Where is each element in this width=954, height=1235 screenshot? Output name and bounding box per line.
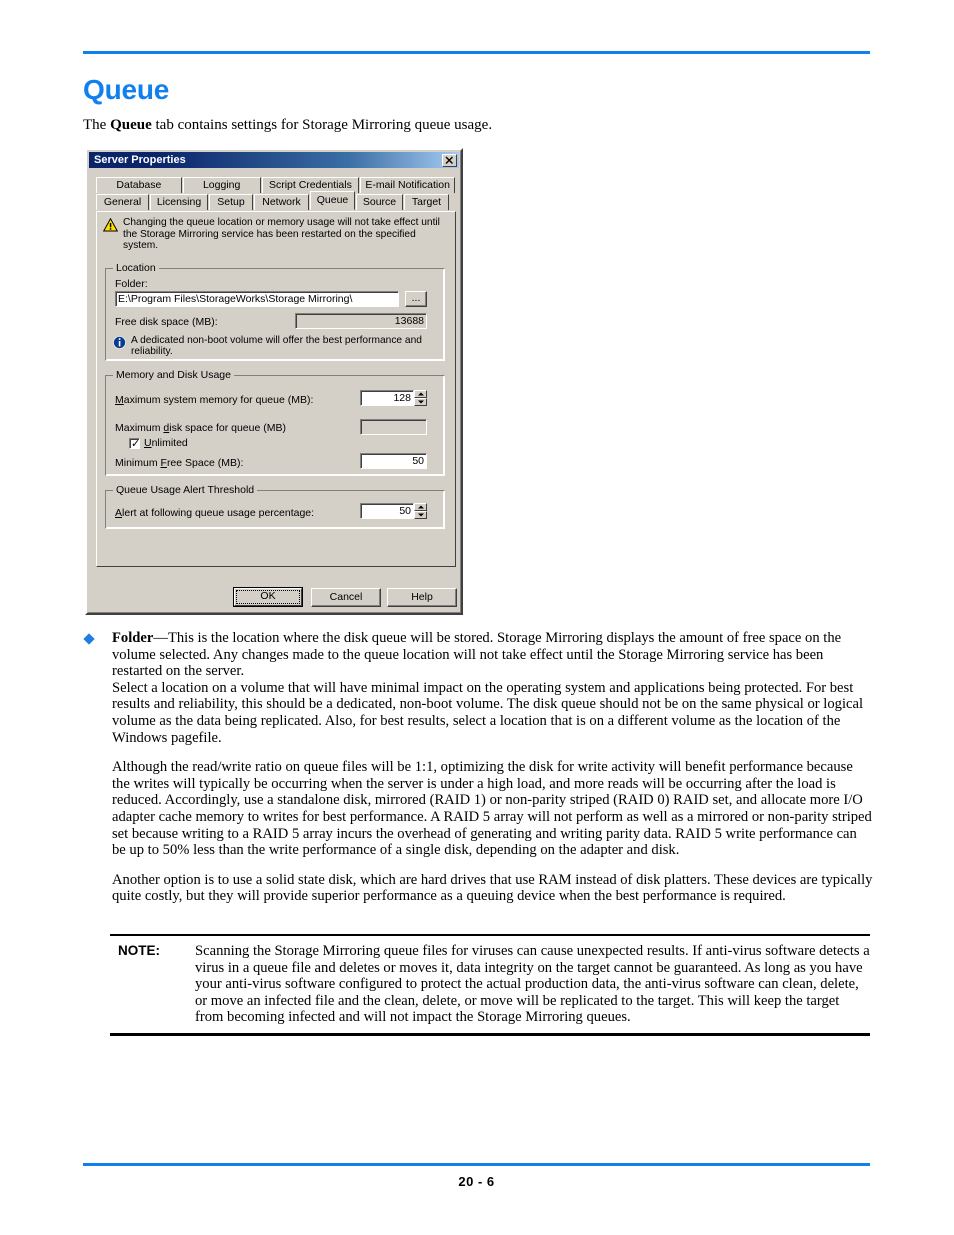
dialog-title-text: Server Properties: [94, 154, 186, 166]
help-button-label: Help: [411, 591, 433, 603]
intro-paragraph: The Queue tab contains settings for Stor…: [83, 116, 873, 135]
tab-general[interactable]: General: [96, 194, 149, 210]
document-page: Queue The Queue tab contains settings fo…: [0, 0, 954, 1235]
memory-group-title: Memory and Disk Usage: [113, 370, 234, 381]
server-properties-dialog: Server Properties Database Logging Scrip…: [85, 148, 463, 615]
tab-row-1: Database Logging Script Credentials E-ma…: [96, 176, 456, 193]
cancel-button-label: Cancel: [329, 591, 363, 603]
memory-disk-usage-group: Memory and Disk Usage Maximum system mem…: [105, 370, 445, 476]
note-content: NOTE: Scanning the Storage Mirroring que…: [110, 936, 870, 1033]
queue-alert-threshold-group: Queue Usage Alert Threshold Alert at fol…: [105, 485, 445, 529]
note-label: NOTE:: [118, 943, 160, 958]
stepper-up-icon[interactable]: [414, 390, 427, 398]
close-x-glyph: [445, 156, 453, 164]
checkmark-icon: ✓: [131, 436, 141, 450]
tab-target[interactable]: Target: [404, 194, 449, 210]
warning-text: Changing the queue location or memory us…: [123, 217, 440, 252]
max-system-memory-input[interactable]: 128: [360, 390, 414, 406]
tab-logging[interactable]: Logging: [182, 177, 261, 193]
tab-panel-queue: Changing the queue location or memory us…: [96, 211, 456, 567]
alert-percentage-label: Alert at following queue usage percentag…: [115, 507, 315, 519]
paragraph-3: Although the read/write ratio on queue f…: [112, 759, 872, 859]
ok-button[interactable]: OK: [233, 587, 303, 607]
stepper-down-icon[interactable]: [414, 398, 427, 406]
footer-rule: [83, 1163, 870, 1166]
info-text: A dedicated non-boot volume will offer t…: [131, 335, 422, 358]
tab-network[interactable]: Network: [254, 194, 309, 210]
help-button[interactable]: Help: [387, 588, 457, 607]
paragraph-2: Select a location on a volume that will …: [112, 679, 864, 746]
tab-database[interactable]: Database: [96, 177, 182, 193]
alert-percentage-input[interactable]: 50: [360, 503, 414, 519]
alert-percentage-stepper[interactable]: [414, 503, 427, 519]
note-text: Scanning the Storage Mirroring queue fil…: [195, 943, 870, 1026]
max-system-memory-stepper[interactable]: [414, 390, 427, 406]
note-bottom-rule: [110, 1032, 870, 1036]
folder-label: Folder:: [115, 278, 148, 290]
ok-button-label: OK: [260, 590, 276, 602]
cancel-button[interactable]: Cancel: [311, 588, 381, 607]
tabstrip: Database Logging Script Credentials E-ma…: [96, 176, 456, 210]
header-rule: [83, 51, 870, 54]
dialog-titlebar: Server Properties: [89, 152, 459, 168]
tab-queue[interactable]: Queue: [310, 191, 355, 210]
location-group-title: Location: [113, 263, 159, 274]
browse-folder-button[interactable]: ...: [405, 291, 427, 307]
close-icon[interactable]: [442, 153, 457, 167]
folder-bullet-item: Folder—This is the location where the di…: [83, 630, 873, 680]
max-system-memory-label: Maximum system memory for queue (MB):: [115, 394, 314, 406]
page-number: 20 - 6: [458, 1174, 495, 1189]
page-title: Queue: [83, 74, 170, 105]
warning-banner: Changing the queue location or memory us…: [102, 217, 447, 252]
min-free-space-input[interactable]: 50: [360, 453, 427, 469]
note-box: NOTE: Scanning the Storage Mirroring que…: [110, 934, 870, 1036]
paragraph-4: Another option is to use a solid state d…: [112, 871, 873, 905]
tab-email-notification[interactable]: E-mail Notification: [360, 177, 455, 193]
unlimited-label: Unlimited: [144, 437, 188, 449]
tab-source[interactable]: Source: [356, 194, 403, 210]
folder-bullet-paragraph: Folder—This is the location where the di…: [112, 630, 873, 680]
folder-input[interactable]: E:\Program Files\StorageWorks\Storage Mi…: [115, 291, 399, 307]
warning-icon: [102, 217, 119, 232]
max-disk-space-label: Maximum disk space for queue (MB): [115, 422, 286, 434]
min-free-space-label: Minimum Free Space (MB):: [115, 457, 244, 469]
intro-text-bold: Queue: [110, 117, 152, 133]
information-icon: [113, 336, 126, 349]
unlimited-checkbox-row[interactable]: ✓ Unlimited: [129, 437, 188, 449]
folder-bullet-text: —This is the location where the disk que…: [112, 630, 842, 680]
body-copy: Folder—This is the location where the di…: [83, 630, 873, 905]
free-disk-space-value: 13688: [295, 313, 427, 329]
tab-setup[interactable]: Setup: [209, 194, 253, 210]
intro-text-before: The: [83, 117, 111, 133]
intro-text-after: tab contains settings for Storage Mirror…: [151, 117, 493, 133]
max-disk-space-input: [360, 419, 427, 435]
location-group: Location Folder: E:\Program Files\Storag…: [105, 263, 445, 361]
browse-folder-label: ...: [411, 292, 421, 304]
bullet-diamond-icon: [83, 633, 95, 645]
alert-stepper-down-icon[interactable]: [414, 511, 427, 519]
alert-stepper-up-icon[interactable]: [414, 503, 427, 511]
tab-licensing[interactable]: Licensing: [150, 194, 208, 210]
alert-group-title: Queue Usage Alert Threshold: [113, 485, 258, 496]
tab-row-2: General Licensing Setup Network Queue So…: [96, 191, 456, 210]
unlimited-checkbox[interactable]: ✓: [129, 436, 141, 450]
folder-bullet-lead: Folder: [112, 630, 154, 646]
free-disk-space-label: Free disk space (MB):: [115, 316, 218, 328]
info-row: A dedicated non-boot volume will offer t…: [113, 335, 433, 358]
max-system-memory-label-rest: aximum system memory for queue (MB):: [123, 394, 314, 406]
